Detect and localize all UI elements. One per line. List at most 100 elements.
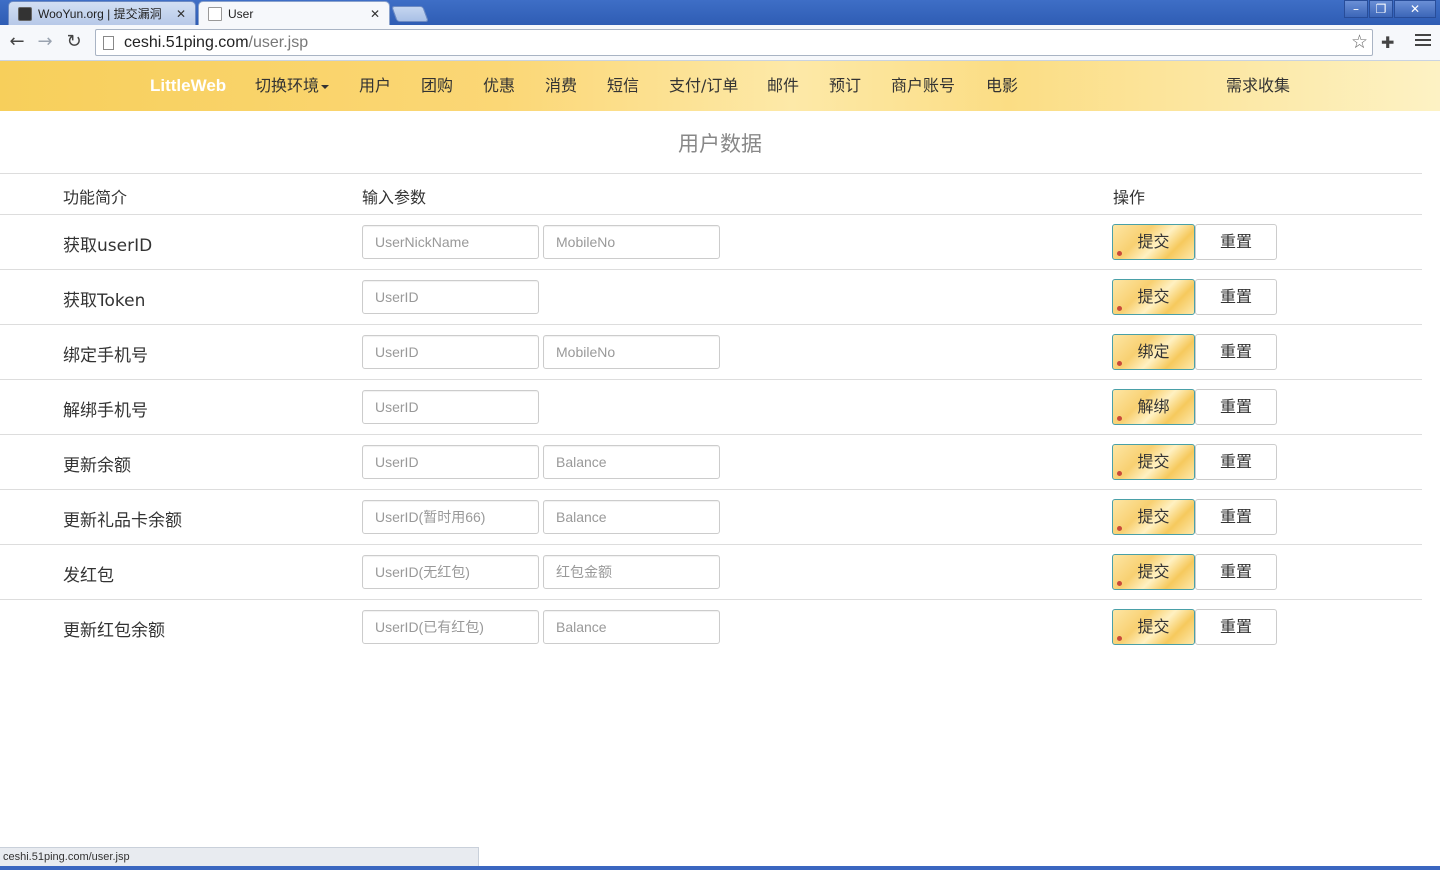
reset-button[interactable]: 重置 xyxy=(1195,334,1277,370)
submit-button[interactable]: 提交 xyxy=(1112,609,1195,645)
submit-button[interactable]: 提交 xyxy=(1112,499,1195,535)
divider xyxy=(0,173,1422,174)
button-decoration-icon xyxy=(1117,636,1122,641)
reset-button[interactable]: 重置 xyxy=(1195,554,1277,590)
reload-icon[interactable]: ↻ xyxy=(62,30,86,54)
reset-button[interactable]: 重置 xyxy=(1195,279,1277,315)
button-decoration-icon xyxy=(1117,361,1122,366)
nav-groupbuy[interactable]: 团购 xyxy=(421,61,453,111)
row-divider xyxy=(0,544,1422,545)
submit-label: 解绑 xyxy=(1137,397,1170,416)
browser-titlebar: WooYun.org | 提交漏洞 ✕ User ✕ – ❐ ✕ xyxy=(0,0,1440,25)
brand-link[interactable]: LittleWeb xyxy=(150,61,226,111)
button-decoration-icon xyxy=(1117,416,1122,421)
reset-button[interactable]: 重置 xyxy=(1195,444,1277,480)
row-label: 绑定手机号 xyxy=(63,346,148,366)
new-tab-button[interactable] xyxy=(391,6,429,22)
submit-button[interactable]: 解绑 xyxy=(1112,389,1195,425)
header-params: 输入参数 xyxy=(362,188,427,207)
row-label: 获取Token xyxy=(63,291,146,311)
submit-label: 提交 xyxy=(1137,232,1170,251)
reset-button[interactable]: 重置 xyxy=(1195,499,1277,535)
reset-button[interactable]: 重置 xyxy=(1195,609,1277,645)
close-icon[interactable]: ✕ xyxy=(367,7,383,21)
reset-button[interactable]: 重置 xyxy=(1195,389,1277,425)
submit-button[interactable]: 提交 xyxy=(1112,554,1195,590)
url-path: /user.jsp xyxy=(248,33,309,51)
nav-movie[interactable]: 电影 xyxy=(986,61,1018,111)
browser-tab-user[interactable]: User ✕ xyxy=(198,1,390,25)
param-input[interactable] xyxy=(543,445,720,479)
param-input[interactable] xyxy=(362,445,539,479)
button-decoration-icon xyxy=(1117,581,1122,586)
url-text: ceshi.51ping.com/user.jsp xyxy=(124,34,308,52)
param-input[interactable] xyxy=(362,390,539,424)
minimize-icon[interactable]: – xyxy=(1344,0,1368,18)
browser-tab-wooyun[interactable]: WooYun.org | 提交漏洞 ✕ xyxy=(8,1,196,25)
submit-button[interactable]: 提交 xyxy=(1112,224,1195,260)
close-icon[interactable]: ✕ xyxy=(173,7,189,21)
param-input[interactable] xyxy=(543,335,720,369)
site-navbar: LittleWeb 切换环境 用户 团购 优惠 消费 短信 支付/订单 邮件 预… xyxy=(0,61,1440,111)
page-favicon-icon xyxy=(208,6,222,21)
row-label: 更新礼品卡余额 xyxy=(63,511,182,531)
param-input[interactable] xyxy=(543,610,720,644)
back-arrow-icon[interactable]: ← xyxy=(5,30,29,54)
nav-switch-env[interactable]: 切换环境 xyxy=(255,61,330,111)
wooyun-favicon-icon xyxy=(18,6,32,21)
param-input[interactable] xyxy=(362,610,539,644)
param-input[interactable] xyxy=(543,555,720,589)
submit-button[interactable]: 绑定 xyxy=(1112,334,1195,370)
submit-label: 提交 xyxy=(1137,507,1170,526)
row-divider xyxy=(0,599,1422,600)
nav-requirements[interactable]: 需求收集 xyxy=(1226,61,1290,111)
status-bar: ceshi.51ping.com/user.jsp xyxy=(0,847,479,866)
reset-button[interactable]: 重置 xyxy=(1195,224,1277,260)
header-action: 操作 xyxy=(1113,188,1146,207)
button-decoration-icon xyxy=(1117,526,1122,531)
param-input[interactable] xyxy=(362,500,539,534)
row-divider xyxy=(0,489,1422,490)
row-label: 解绑手机号 xyxy=(63,401,148,421)
param-input[interactable] xyxy=(543,225,720,259)
param-input[interactable] xyxy=(362,335,539,369)
nav-payment-order[interactable]: 支付/订单 xyxy=(669,61,738,111)
row-divider xyxy=(0,434,1422,435)
extension-puzzle-icon[interactable]: ✚ xyxy=(1381,33,1394,52)
submit-label: 提交 xyxy=(1137,452,1170,471)
row-divider xyxy=(0,379,1422,380)
tab-title: WooYun.org | 提交漏洞 xyxy=(38,7,162,21)
submit-button[interactable]: 提交 xyxy=(1112,279,1195,315)
row-divider xyxy=(0,269,1422,270)
row-label: 获取userID xyxy=(63,236,153,256)
caret-down-icon xyxy=(321,84,330,89)
bookmark-star-icon[interactable]: ☆ xyxy=(1351,31,1368,53)
nav-merchant-account[interactable]: 商户账号 xyxy=(891,61,955,111)
submit-button[interactable]: 提交 xyxy=(1112,444,1195,480)
menu-icon[interactable] xyxy=(1415,32,1431,48)
param-input[interactable] xyxy=(362,280,539,314)
param-input[interactable] xyxy=(543,500,720,534)
row-label: 更新余额 xyxy=(63,456,131,476)
submit-label: 提交 xyxy=(1137,617,1170,636)
header-feature: 功能简介 xyxy=(63,188,128,207)
param-input[interactable] xyxy=(362,555,539,589)
nav-consume[interactable]: 消费 xyxy=(545,61,577,111)
nav-discount[interactable]: 优惠 xyxy=(483,61,515,111)
submit-label: 提交 xyxy=(1137,562,1170,581)
nav-mail[interactable]: 邮件 xyxy=(767,61,799,111)
button-decoration-icon xyxy=(1117,471,1122,476)
browser-toolbar: ← → ↻ ceshi.51ping.com/user.jsp ☆ ✚ xyxy=(0,25,1440,61)
nav-sms[interactable]: 短信 xyxy=(607,61,639,111)
maximize-icon[interactable]: ❐ xyxy=(1369,0,1393,18)
nav-booking[interactable]: 预订 xyxy=(829,61,861,111)
address-bar[interactable]: ceshi.51ping.com/user.jsp ☆ xyxy=(95,29,1373,56)
forward-arrow-icon[interactable]: → xyxy=(33,30,57,54)
param-input[interactable] xyxy=(362,225,539,259)
nav-user[interactable]: 用户 xyxy=(359,61,391,111)
window-close-icon[interactable]: ✕ xyxy=(1394,0,1436,18)
window-bottom-edge xyxy=(0,866,1440,870)
button-decoration-icon xyxy=(1117,306,1122,311)
row-divider xyxy=(0,324,1422,325)
page-icon xyxy=(103,35,114,50)
